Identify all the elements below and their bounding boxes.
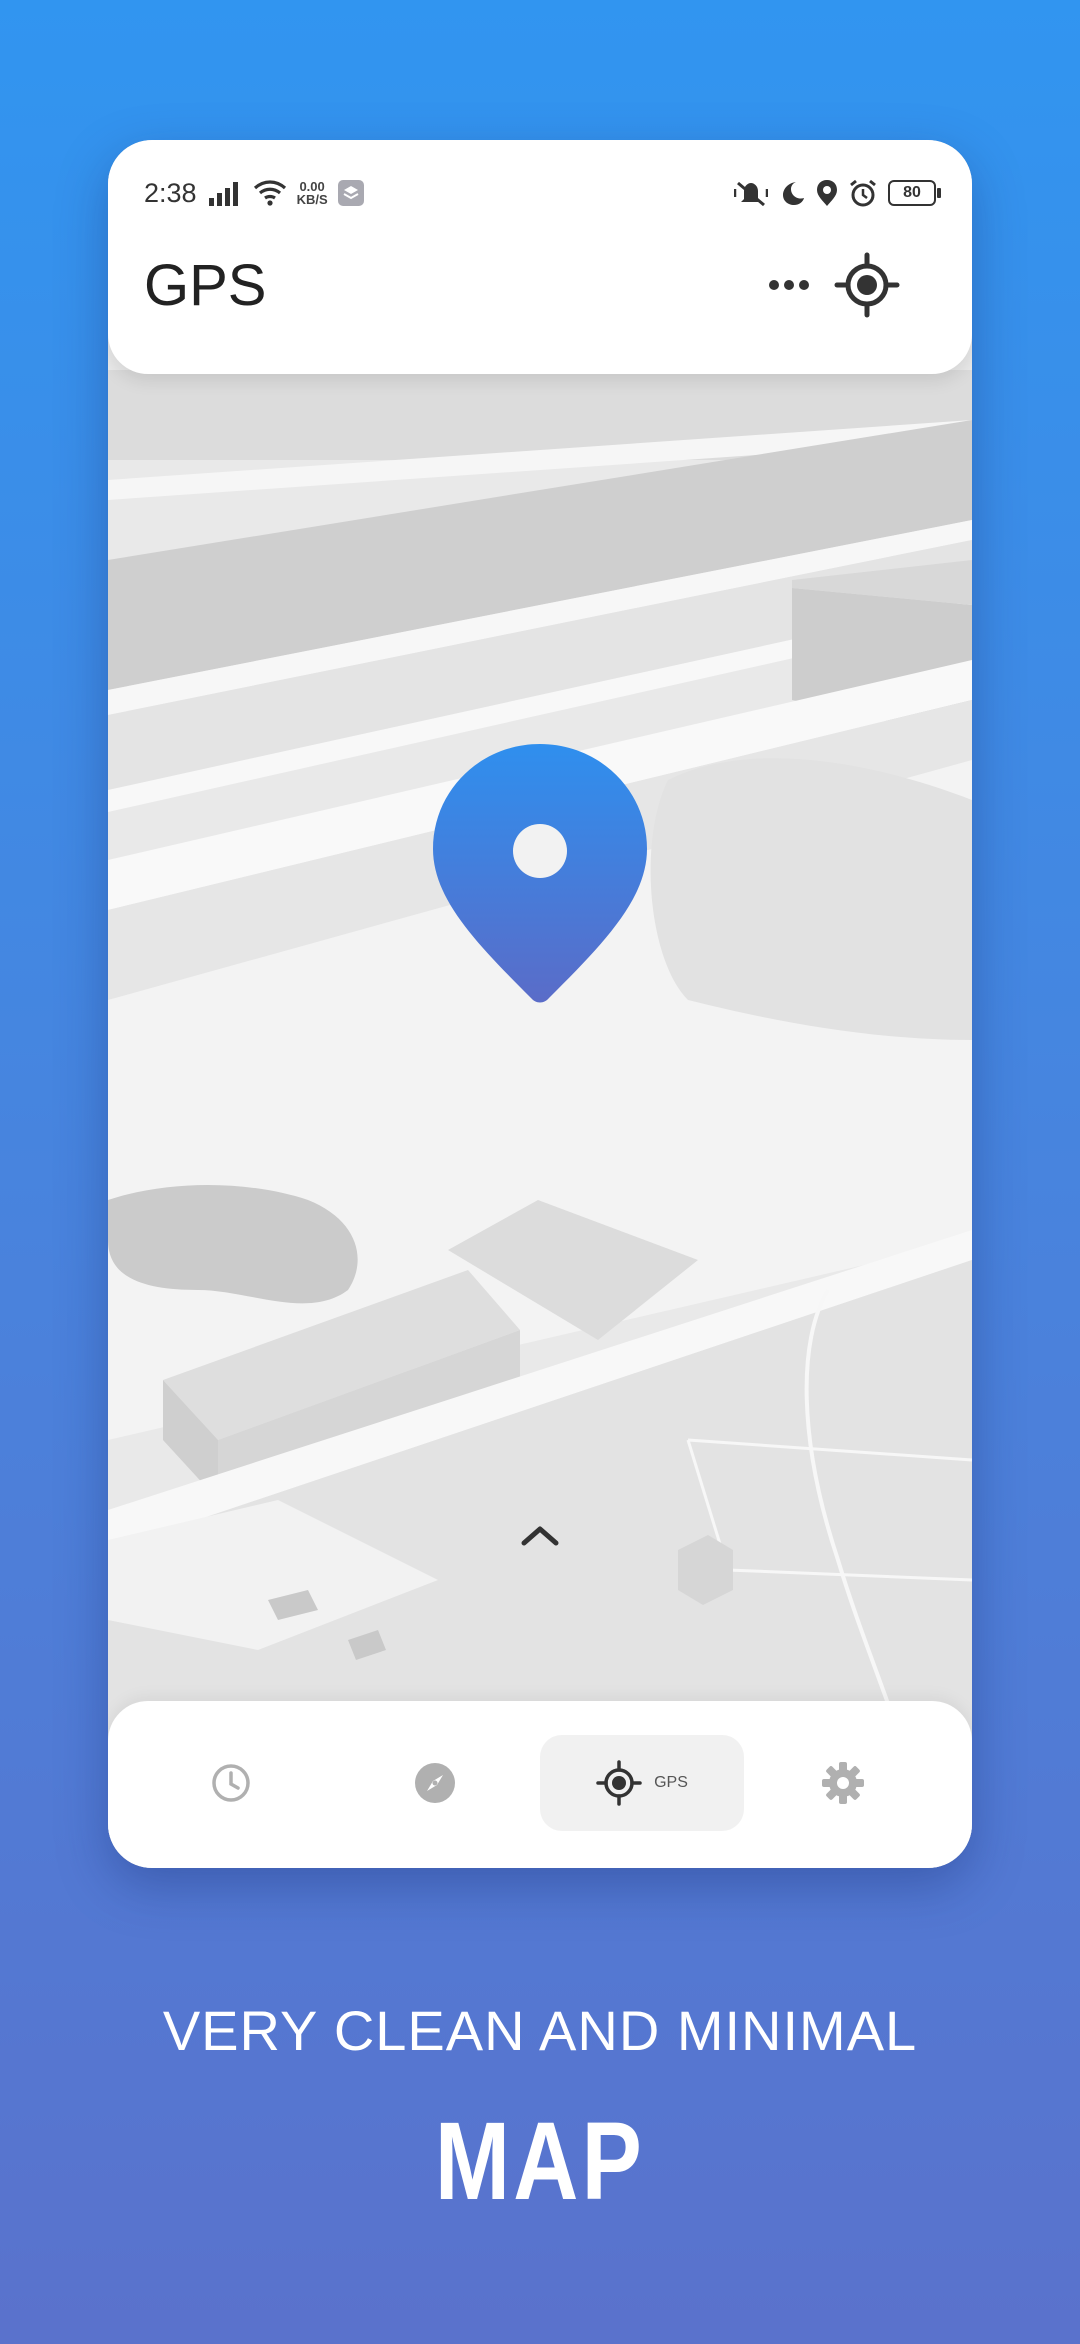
vibrate-mute-icon [734,181,768,207]
location-pin-icon[interactable] [433,744,647,1010]
wifi-icon [253,180,286,206]
bottom-navigation: GPS [108,1701,972,1868]
layers-app-icon [337,180,364,206]
do-not-disturb-moon-icon [783,182,804,205]
alarm-icon [850,179,876,207]
history-clock-icon [212,1764,250,1802]
promo-headline: MAP [434,2100,646,2223]
phone-mockup: 2:38 0.00 KB/S 80 GPS GPS [108,140,972,1868]
app-title: GPS [144,253,267,318]
net-speed-unit: KB/S [296,192,328,207]
nav-settings[interactable] [798,1735,888,1831]
status-bar: 2:38 0.00 KB/S 80 [144,168,941,218]
battery-indicator: 80 [888,180,941,206]
nav-gps[interactable]: GPS [540,1735,744,1831]
nav-history[interactable] [186,1735,276,1831]
settings-gear-icon [822,1762,864,1804]
gps-locate-icon [596,1760,642,1806]
signal-icon [208,182,238,206]
gps-locate-icon[interactable] [834,252,900,318]
nav-compass[interactable] [390,1735,480,1831]
location-status-icon [817,180,837,206]
app-bar: 2:38 0.00 KB/S 80 GPS [108,140,972,374]
net-speed-indicator: 0.00 KB/S [297,180,328,206]
more-horizontal-icon[interactable] [754,260,824,310]
nav-gps-label: GPS [654,1774,688,1791]
promo-tagline: VERY CLEAN AND MINIMAL [162,1999,918,2062]
chevron-up-icon[interactable] [512,1515,568,1555]
compass-icon [415,1763,455,1803]
status-time: 2:38 [144,177,197,208]
